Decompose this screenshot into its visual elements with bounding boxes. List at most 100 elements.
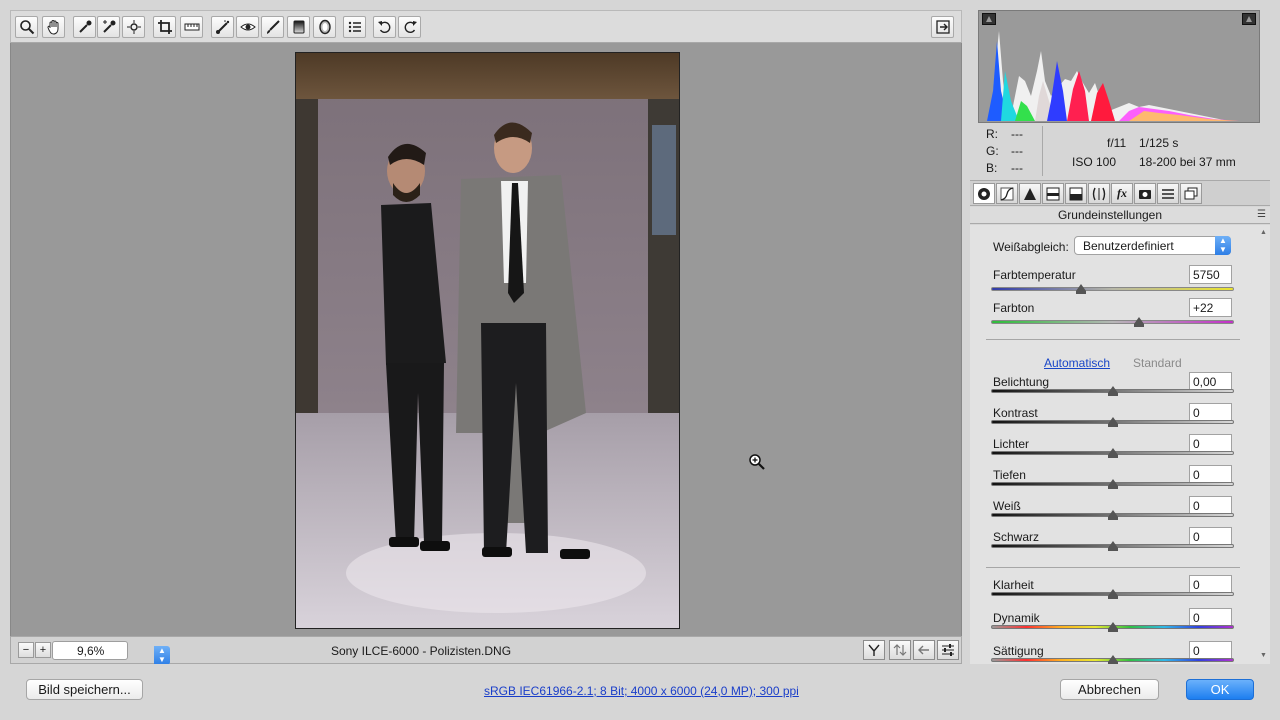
kontrast-slider-thumb[interactable] xyxy=(1107,417,1118,427)
save-image-button[interactable]: Bild speichern... xyxy=(26,679,143,700)
rotate-right-button[interactable] xyxy=(398,16,421,38)
tab-presets[interactable] xyxy=(1157,183,1179,204)
red-eye-tool-button[interactable] xyxy=(236,16,259,38)
rotate-right-icon xyxy=(404,21,417,34)
ok-button[interactable]: OK xyxy=(1186,679,1254,700)
temperature-label: Farbtemperatur xyxy=(993,268,1076,282)
workflow-options-link[interactable]: sRGB IEC61966-2.1; 8 Bit; 4000 x 6000 (2… xyxy=(484,684,799,698)
adjustments-panel: R: --- G: --- B: --- f/11 1/125 s ISO 10… xyxy=(970,10,1270,664)
radial-filter-tool-button[interactable] xyxy=(313,16,336,38)
tiefen-label: Tiefen xyxy=(993,468,1026,482)
color-sampler-tool-button[interactable] xyxy=(97,16,120,38)
panel-header: Grundeinstellungen ☰ xyxy=(970,207,1270,224)
r-label: R: xyxy=(986,127,998,141)
standard-link[interactable]: Standard xyxy=(1133,356,1182,370)
fullscreen-button[interactable] xyxy=(931,16,954,38)
tiefen-slider-thumb[interactable] xyxy=(1107,479,1118,489)
schwarz-slider-thumb[interactable] xyxy=(1107,541,1118,551)
crop-icon xyxy=(157,20,172,34)
fx-icon: fx xyxy=(1117,186,1127,200)
tab-camera-calibration[interactable] xyxy=(1134,183,1156,204)
preferences-tool-button[interactable] xyxy=(343,16,366,38)
tint-slider-thumb[interactable] xyxy=(1134,317,1145,327)
scrollbar[interactable]: ▲ ▼ xyxy=(1260,229,1268,659)
ruler-icon xyxy=(184,23,199,31)
rotate-left-icon xyxy=(377,21,390,34)
s-ttigung-slider-thumb[interactable] xyxy=(1107,655,1118,664)
histogram xyxy=(978,10,1260,123)
camera-info: R: --- G: --- B: --- f/11 1/125 s ISO 10… xyxy=(978,126,1260,178)
targeted-adjustment-tool-button[interactable] xyxy=(122,16,145,38)
eye-icon xyxy=(239,23,256,31)
tab-effects[interactable]: fx xyxy=(1111,183,1133,204)
fullscreen-toggle-icon xyxy=(935,20,950,34)
lens-value: 18-200 bei 37 mm xyxy=(1139,155,1236,169)
white-balance-tool-button[interactable] xyxy=(73,16,96,38)
dynamik-slider-thumb[interactable] xyxy=(1107,622,1118,632)
tab-split-toning[interactable] xyxy=(1065,183,1087,204)
klarheit-slider-thumb[interactable] xyxy=(1107,589,1118,599)
tint-slider[interactable] xyxy=(991,320,1234,324)
wei--label: Weiß xyxy=(993,499,1021,513)
r-value: --- xyxy=(1011,127,1023,141)
hsl-icon xyxy=(1046,187,1060,200)
belichtung-label: Belichtung xyxy=(993,375,1050,389)
tint-field[interactable]: +22 xyxy=(1189,298,1232,317)
s-ttigung-label: Sättigung xyxy=(993,644,1044,658)
temperature-slider[interactable] xyxy=(991,287,1234,291)
temperature-field[interactable]: 5750 xyxy=(1189,265,1232,284)
preview-photo xyxy=(295,52,680,629)
radial-filter-icon xyxy=(318,19,331,35)
temperature-slider-thumb[interactable] xyxy=(1075,284,1086,294)
separator xyxy=(986,567,1240,568)
eyedropper-icon xyxy=(78,20,91,33)
tab-tone-curve[interactable] xyxy=(996,183,1018,204)
klarheit-label: Klarheit xyxy=(993,578,1034,592)
hand-tool-button[interactable] xyxy=(42,16,65,38)
scroll-up-icon: ▲ xyxy=(1260,229,1267,236)
adjustment-brush-tool-button[interactable] xyxy=(261,16,284,38)
crop-tool-button[interactable] xyxy=(153,16,176,38)
graduated-filter-tool-button[interactable] xyxy=(287,16,310,38)
target-adjust-icon xyxy=(126,20,141,34)
tab-detail[interactable] xyxy=(1019,183,1041,204)
arrow-left-icon xyxy=(918,645,929,655)
spot-removal-tool-button[interactable] xyxy=(211,16,234,38)
snapshots-icon xyxy=(1184,187,1198,199)
swap-icon xyxy=(893,644,907,656)
preview-canvas[interactable] xyxy=(10,43,962,636)
rotate-left-button[interactable] xyxy=(373,16,396,38)
tone-curve-icon xyxy=(1000,186,1014,201)
sliders-icon xyxy=(942,644,954,656)
presets-icon xyxy=(1162,188,1174,199)
straighten-tool-button[interactable] xyxy=(180,16,203,38)
tab-hsl[interactable] xyxy=(1042,183,1064,204)
tab-snapshots[interactable] xyxy=(1180,183,1202,204)
color-sampler-icon xyxy=(102,20,115,33)
swap-settings-button[interactable] xyxy=(889,640,911,660)
separator xyxy=(986,339,1240,340)
zoom-tool-button[interactable] xyxy=(15,16,38,38)
wei--slider-thumb[interactable] xyxy=(1107,510,1118,520)
graduated-filter-icon xyxy=(293,20,304,34)
before-after-view-button[interactable] xyxy=(863,640,885,660)
cancel-button[interactable]: Abbrechen xyxy=(1060,679,1159,700)
tab-basic[interactable] xyxy=(973,183,995,204)
tool-bar xyxy=(10,10,962,43)
belichtung-slider-thumb[interactable] xyxy=(1107,386,1118,396)
white-balance-select[interactable]: Benutzerdefiniert ▲ ▼ xyxy=(1074,236,1231,255)
dialog-footer: Bild speichern... sRGB IEC61966-2.1; 8 B… xyxy=(0,664,1280,720)
zoom-cursor-icon xyxy=(749,454,765,470)
camera-icon xyxy=(1139,189,1151,199)
panel-menu-icon[interactable]: ☰ xyxy=(1257,209,1266,220)
scroll-down-icon: ▼ xyxy=(1260,652,1267,659)
auto-link[interactable]: Automatisch xyxy=(1044,356,1110,370)
shutter-value: 1/125 s xyxy=(1139,136,1179,150)
lichter-slider-thumb[interactable] xyxy=(1107,448,1118,458)
tab-lens-corrections[interactable] xyxy=(1088,183,1110,204)
split-toning-icon xyxy=(1069,187,1083,200)
y-view-icon xyxy=(868,644,880,656)
white-balance-label: Weißabgleich: xyxy=(993,240,1069,254)
copy-settings-button[interactable] xyxy=(913,640,935,660)
toggle-settings-button[interactable] xyxy=(937,640,959,660)
